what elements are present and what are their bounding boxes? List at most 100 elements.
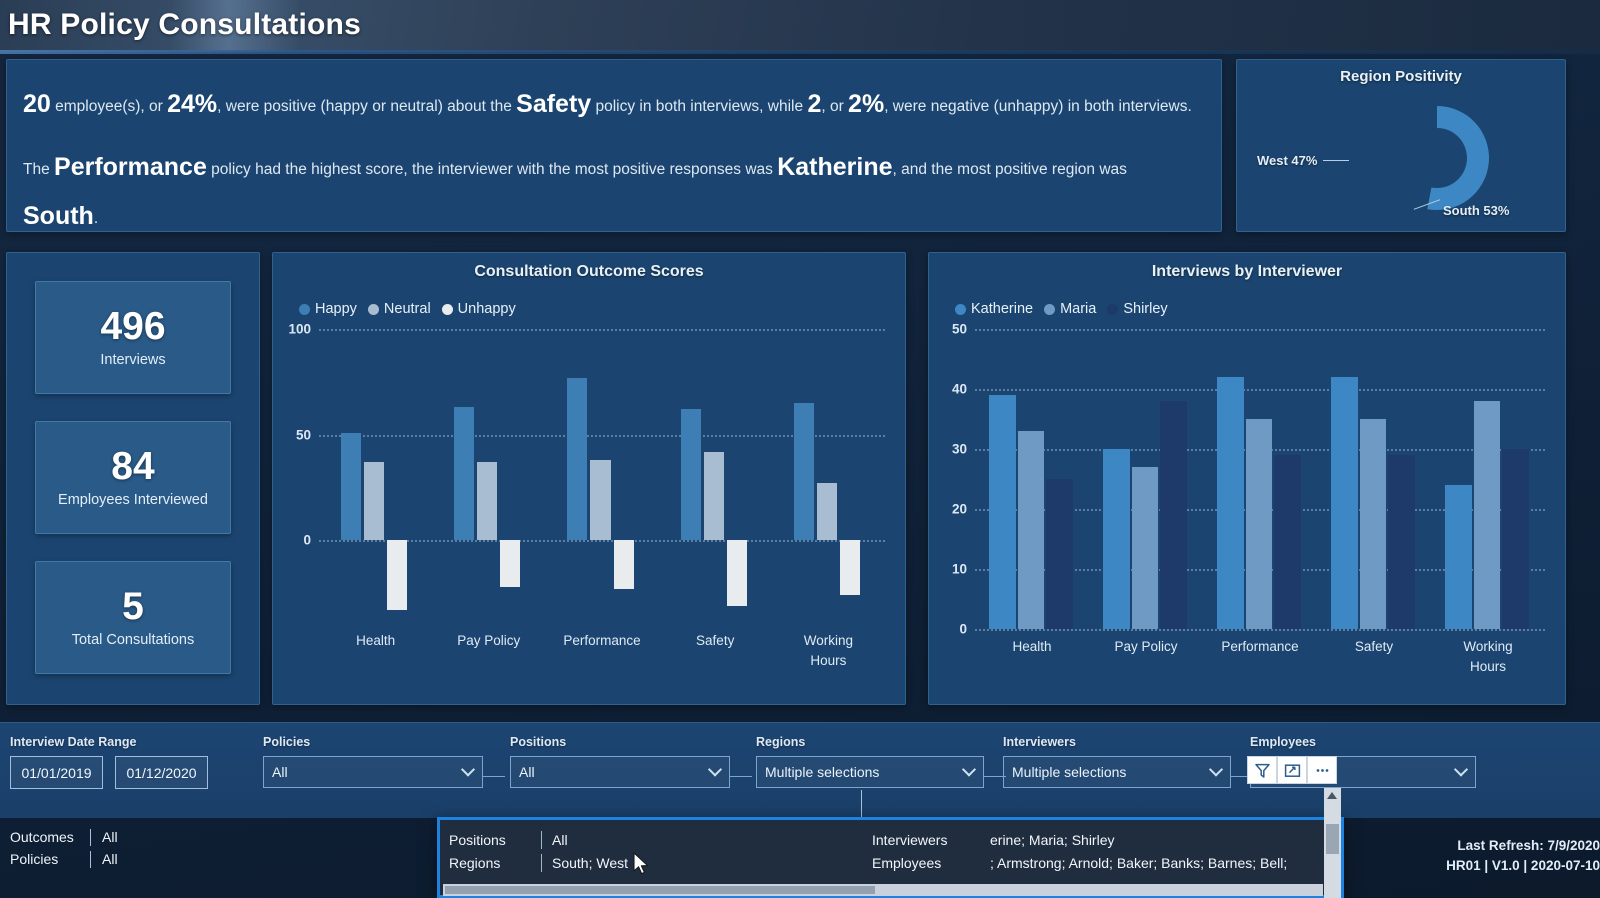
bar-working-hours-katherine[interactable] [1445, 485, 1472, 629]
bar-performance-happy[interactable] [567, 377, 588, 541]
legend-swatch-icon [1107, 303, 1119, 315]
legend-item-happy[interactable]: Happy [299, 301, 357, 317]
focus-mode-icon[interactable] [1277, 756, 1307, 784]
legend-item-maria[interactable]: Maria [1044, 301, 1096, 317]
tooltip-row-employees: Employees ; Armstrong; Arnold; Baker; Ba… [872, 851, 1287, 874]
slicer-regions: Regions Multiple selections [756, 735, 984, 788]
donut-slice-west[interactable] [1385, 106, 1437, 210]
bar-health-unhappy[interactable] [387, 540, 408, 611]
tooltip-horizontal-scrollbar[interactable] [443, 884, 1323, 896]
donut-leader-west [1323, 160, 1349, 161]
bar-performance-katherine[interactable] [1217, 377, 1244, 629]
narrative-top-interviewer: Katherine [777, 152, 893, 181]
interviews-by-interviewer-chart[interactable]: Interviews by Interviewer Katherine Maria… [928, 252, 1566, 705]
mouse-cursor [633, 852, 649, 875]
slicer-dropdown-policies[interactable]: All [263, 756, 483, 788]
visual-hover-toolbar[interactable] [1247, 756, 1337, 784]
bar-health-neutral[interactable] [364, 462, 385, 541]
slicer-connector-1 [483, 776, 505, 777]
bar-working-hours-maria[interactable] [1473, 401, 1501, 629]
bar-pay-policy-neutral[interactable] [477, 462, 498, 541]
narrative-policy-highlight: Safety [516, 90, 592, 118]
bar-safety-happy[interactable] [680, 409, 701, 541]
legend-item-neutral[interactable]: Neutral [367, 301, 431, 317]
donut-label-west: West 47% [1257, 153, 1318, 168]
kpi-label-employees-interviewed: Employees Interviewed [58, 491, 208, 508]
legend-label: Happy [315, 301, 357, 317]
bar-pay-policy-katherine[interactable] [1103, 449, 1130, 629]
bar-performance-neutral[interactable] [590, 460, 611, 541]
chart2-title: Interviews by Interviewer [1151, 263, 1343, 280]
filter-icon[interactable] [1247, 756, 1277, 784]
bar-performance-maria[interactable] [1245, 419, 1273, 629]
kpi-card-interviews[interactable]: 496 Interviews [35, 281, 231, 394]
scroll-up-arrow-icon[interactable] [1327, 792, 1337, 799]
x-axis-tick-label: Health [1012, 639, 1052, 654]
slicer-value-positions: All [519, 764, 535, 780]
slicer-label-date-range: Interview Date Range [10, 735, 137, 749]
bar-safety-neutral[interactable] [703, 451, 724, 541]
bar-working-hours-shirley[interactable] [1502, 449, 1529, 629]
date-range-to-input[interactable]: 01/12/2020 [115, 756, 208, 789]
scrollbar-thumb[interactable] [445, 886, 875, 894]
bar-pay-policy-unhappy[interactable] [500, 540, 521, 587]
kpi-value-interviews: 496 [100, 305, 166, 349]
bar-pay-policy-happy[interactable] [454, 407, 475, 541]
x-axis-tick-label: Safety [696, 633, 735, 648]
slicer-dropdown-regions[interactable]: Multiple selections [756, 756, 984, 788]
legend-item-shirley[interactable]: Shirley [1107, 301, 1168, 317]
bar-health-maria[interactable] [1017, 431, 1045, 629]
tooltip-row-interviewers: Interviewers erine; Maria; Shirley [872, 828, 1287, 851]
chevron-down-icon [1453, 762, 1469, 777]
slicer-policies: Policies All [263, 735, 483, 788]
chevron-down-icon [707, 762, 723, 777]
tooltip-divider [541, 853, 542, 872]
bar-pay-policy-maria[interactable] [1131, 467, 1159, 629]
slicer-dropdown-interviewers[interactable]: Multiple selections [1003, 756, 1231, 788]
chart1-legend[interactable]: Happy Neutral Unhappy [299, 301, 516, 317]
narrative-top-region: South [23, 201, 94, 230]
donut-label-south: South 53% [1443, 203, 1510, 218]
legend-item-unhappy[interactable]: Unhappy [441, 301, 516, 317]
title-underline [0, 50, 1600, 54]
kpi-card-employees-interviewed[interactable]: 84 Employees Interviewed [35, 421, 231, 534]
chart2-legend[interactable]: Katherine Maria Shirley [955, 301, 1168, 317]
bar-performance-shirley[interactable] [1274, 455, 1301, 629]
consultation-outcome-scores-chart[interactable]: Consultation Outcome Scores Happy Neutral… [272, 252, 906, 705]
tooltip-key-employees: Employees [872, 854, 942, 871]
bar-safety-shirley[interactable] [1388, 455, 1415, 629]
legend-item-katherine[interactable]: Katherine [955, 301, 1033, 317]
tooltip-value-regions: South; West [552, 854, 629, 871]
slicer-dropdown-positions[interactable]: All [510, 756, 730, 788]
y-axis-tick-label: 10 [951, 561, 967, 577]
chevron-down-icon [460, 762, 476, 777]
bar-performance-unhappy[interactable] [613, 540, 634, 590]
bar-health-happy[interactable] [341, 432, 362, 541]
filter-row-outcomes: Outcomes All [10, 826, 118, 848]
narrative-text-1d: , or [821, 98, 849, 115]
region-positivity-card: Region Positivity West 47% South 53% [1236, 59, 1566, 232]
bar-working-hours-happy[interactable] [793, 403, 814, 541]
tooltip-vertical-scrollbar[interactable] [1324, 788, 1341, 898]
date-range-from-input[interactable]: 01/01/2019 [10, 756, 103, 789]
y-axis-tick-label: 30 [951, 441, 967, 457]
legend-label: Maria [1060, 301, 1097, 317]
bar-pay-policy-shirley[interactable] [1160, 401, 1187, 629]
bar-safety-maria[interactable] [1359, 419, 1387, 629]
slicer-value-policies: All [272, 764, 288, 780]
page-title: HR Policy Consultations [8, 8, 361, 41]
bar-health-shirley[interactable] [1046, 479, 1073, 629]
kpi-card-total-consultations[interactable]: 5 Total Consultations [35, 561, 231, 674]
bar-working-hours-unhappy[interactable] [839, 540, 860, 596]
scrollbar-thumb[interactable] [1326, 824, 1339, 854]
bar-working-hours-neutral[interactable] [816, 483, 837, 541]
more-options-icon[interactable] [1307, 756, 1337, 784]
bar-safety-unhappy[interactable] [726, 540, 747, 606]
y-axis-tick-label: 50 [295, 427, 311, 443]
x-axis-tick-label: Safety [1354, 639, 1394, 654]
title-bar: HR Policy Consultations [0, 0, 1600, 52]
bar-safety-katherine[interactable] [1331, 377, 1358, 629]
tooltip-right-column: Interviewers erine; Maria; Shirley Emplo… [872, 828, 1287, 874]
bar-health-katherine[interactable] [989, 395, 1016, 629]
tooltip-row-positions: Positions All [449, 828, 628, 851]
